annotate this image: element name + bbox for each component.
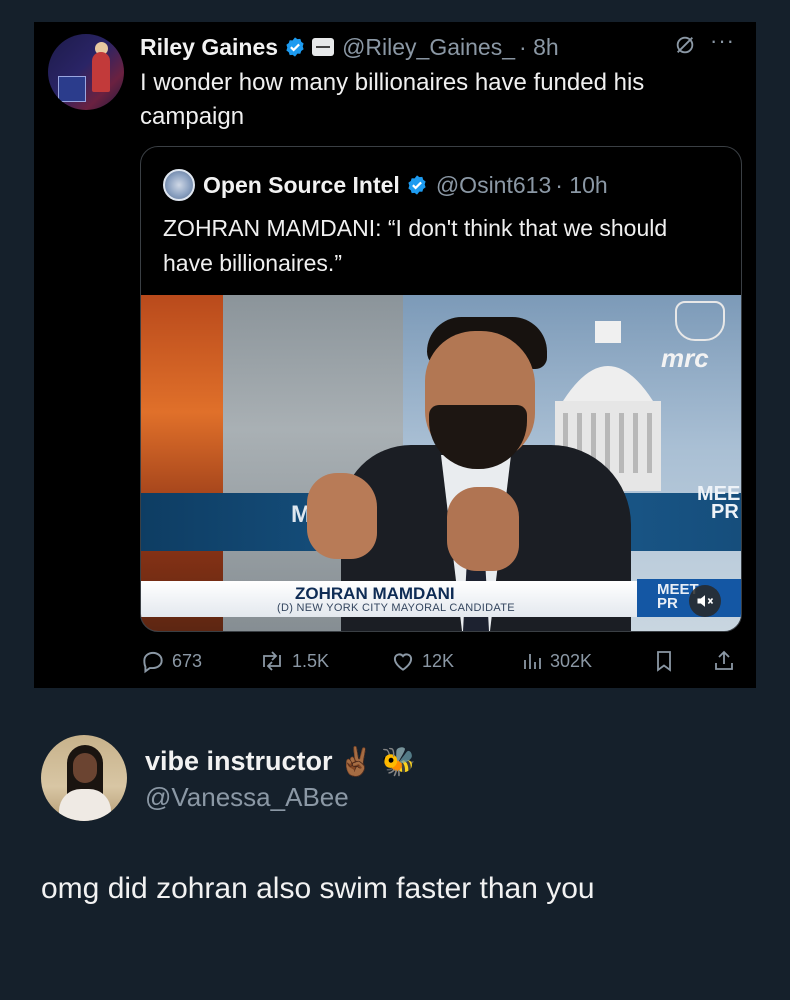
affiliation-badge-icon xyxy=(312,38,335,56)
share-icon xyxy=(715,650,733,670)
quoted-author-avatar[interactable] xyxy=(163,169,195,201)
repost-button[interactable]: 1.5K xyxy=(258,646,329,676)
reply-author-name[interactable]: vibe instructor xyxy=(145,746,333,777)
band-text-right-line2: PR xyxy=(711,501,739,523)
author-name[interactable]: Riley Gaines xyxy=(140,34,278,61)
lower-third-subtitle: (D) NEW YORK CITY MAYORAL CANDIDATE xyxy=(277,602,515,614)
reply-count: 673 xyxy=(172,650,203,671)
heart-icon xyxy=(393,653,413,671)
lower-third-name: ZOHRAN MAMDANI xyxy=(295,584,455,603)
verified-badge-icon xyxy=(286,37,304,57)
like-button[interactable]: 12K xyxy=(390,646,454,676)
reply-author-name-row: vibe instructor ✌🏾 🐝 xyxy=(145,742,416,780)
name-emoji: ✌🏾 🐝 xyxy=(338,745,417,777)
reply-button[interactable]: 673 xyxy=(140,646,202,676)
speaker-muted-icon xyxy=(697,595,714,607)
podium-shape xyxy=(58,76,86,102)
author-avatar[interactable] xyxy=(48,34,124,110)
video-player[interactable]: mrc ME MEE PR ZOHRAN MAMDANI (D) NEW YOR… xyxy=(141,295,741,631)
bookmark-icon xyxy=(657,651,671,672)
reply-author-avatar[interactable] xyxy=(41,735,127,821)
quoted-tweet[interactable]: Open Source Intel @Osint613 · 10h ZOHRAN… xyxy=(140,146,742,632)
bookmark-button[interactable] xyxy=(652,646,682,676)
avatar-person-shape xyxy=(92,52,110,92)
grok-icon[interactable] xyxy=(674,34,696,56)
tweet-text: I wonder how many billionaires have fund… xyxy=(140,69,645,130)
quoted-tweet-header: Open Source Intel @Osint613 · 10h xyxy=(203,169,608,201)
tweet-time[interactable]: · 8h xyxy=(519,34,559,61)
watermark-text: mrc xyxy=(661,343,709,373)
reply-author-handle[interactable]: @Vanessa_ABee xyxy=(145,782,349,813)
views-button[interactable]: 302K xyxy=(520,646,592,676)
verified-badge-icon xyxy=(408,175,426,195)
repost-icon xyxy=(263,651,281,671)
mrc-logo-icon xyxy=(675,301,725,341)
tweet-header: Riley Gaines @Riley_Gaines_ · 8h xyxy=(140,32,559,62)
repost-count: 1.5K xyxy=(292,650,330,671)
views-chart-icon xyxy=(524,654,541,669)
speaker-left-hand xyxy=(307,473,377,559)
quoted-author-handle[interactable]: @Osint613 xyxy=(436,172,551,199)
reply-text: omg did zohran also swim faster than you xyxy=(41,872,595,905)
reply-icon xyxy=(143,651,163,674)
more-options-icon[interactable]: ··· xyxy=(710,28,735,54)
embedded-tweet-screenshot: Riley Gaines @Riley_Gaines_ · 8h ··· I w… xyxy=(34,22,756,688)
quoted-tweet-time[interactable]: · 10h xyxy=(555,172,607,199)
quoted-tweet-text: ZOHRAN MAMDANI: “I don't think that we s… xyxy=(163,215,668,276)
view-count: 302K xyxy=(550,650,593,671)
mute-button[interactable] xyxy=(689,585,721,617)
avatar-shirt-shape xyxy=(59,789,111,821)
avatar-face-shape xyxy=(73,753,97,783)
band-text-right: MEE PR xyxy=(697,484,740,523)
author-handle[interactable]: @Riley_Gaines_ xyxy=(342,34,515,61)
tweet-action-bar: 673 1.5K 12K 302K xyxy=(140,646,740,676)
like-count: 12K xyxy=(422,650,455,671)
quoted-author-name[interactable]: Open Source Intel xyxy=(203,172,400,199)
share-button[interactable] xyxy=(712,646,742,676)
speaker-right-hand xyxy=(447,487,519,571)
